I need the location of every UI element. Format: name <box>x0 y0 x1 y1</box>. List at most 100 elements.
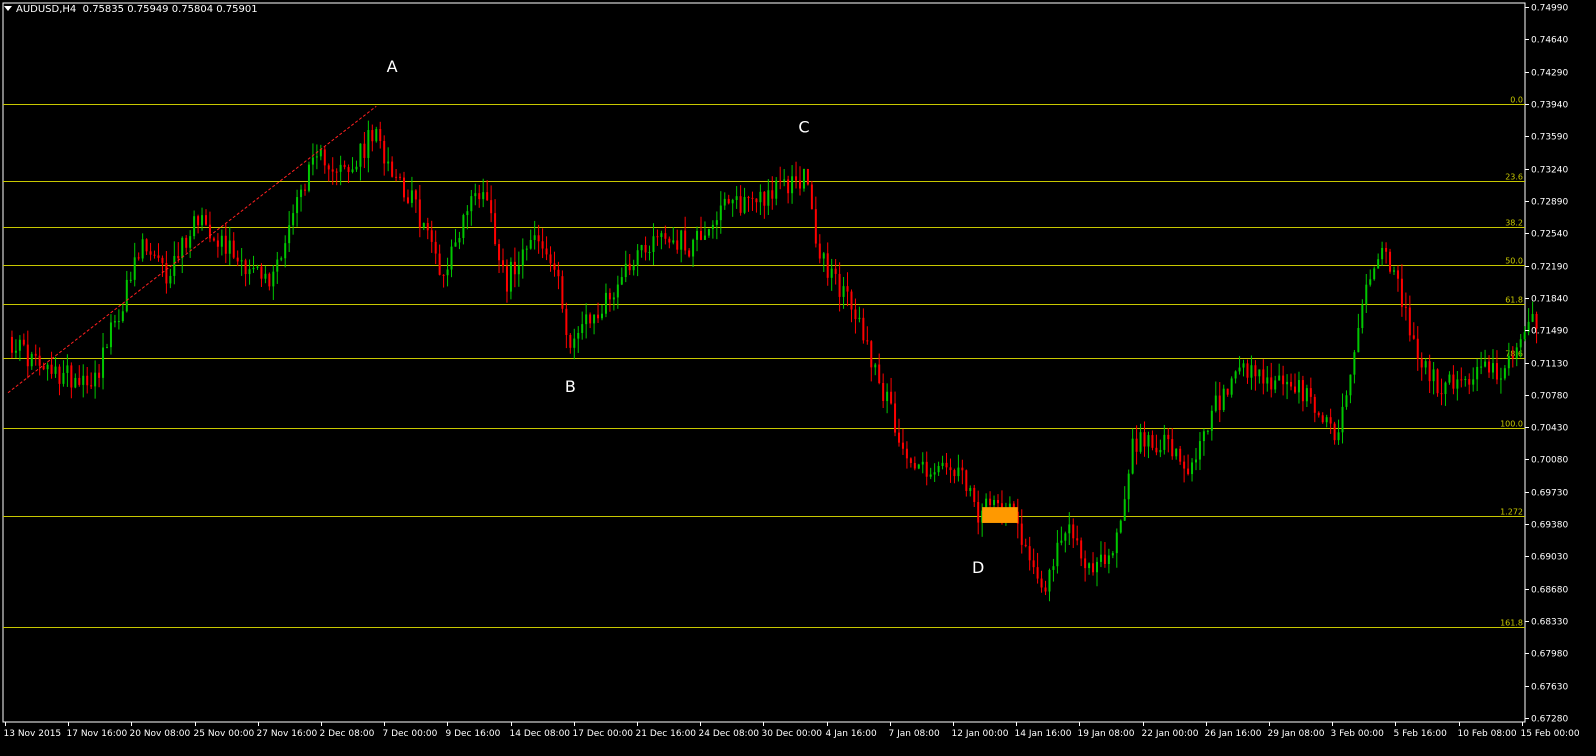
dropdown-triangle-icon[interactable] <box>4 6 12 11</box>
candle <box>145 238 148 256</box>
candle <box>1226 388 1229 397</box>
candle-body <box>1222 388 1225 411</box>
candle-body <box>212 238 215 241</box>
candle <box>185 235 188 253</box>
candle <box>74 373 77 389</box>
candle <box>1531 301 1534 323</box>
candle-body <box>898 432 900 443</box>
candle <box>1143 421 1146 457</box>
candle-body <box>1076 538 1079 541</box>
candle <box>450 239 453 278</box>
candle-body <box>525 248 528 250</box>
candle-body <box>442 274 445 276</box>
candle <box>1218 382 1221 423</box>
candle <box>1179 445 1182 465</box>
candle <box>1222 384 1225 413</box>
y-tick-label: 0.74990 <box>1531 4 1568 14</box>
candle <box>1096 557 1098 587</box>
candle <box>1333 421 1336 445</box>
candle <box>276 251 279 284</box>
candle-body <box>703 235 706 240</box>
candle <box>403 171 405 202</box>
candle-body <box>181 237 184 259</box>
candle <box>1044 580 1047 596</box>
candle <box>1202 428 1205 456</box>
candle <box>965 469 968 497</box>
candle-body <box>1424 361 1427 368</box>
candle <box>109 314 112 355</box>
x-tick-label: 14 Jan 16:00 <box>1015 729 1072 739</box>
candle-body <box>1234 371 1237 379</box>
candle-body <box>125 279 128 312</box>
candle-body <box>1286 381 1289 385</box>
candle <box>1092 552 1095 576</box>
fib-label: 50.0 <box>1505 257 1523 266</box>
candle-body <box>1028 546 1031 561</box>
candle <box>351 157 354 174</box>
candle-body <box>636 250 639 266</box>
candle-body <box>280 258 283 260</box>
candle <box>628 254 631 276</box>
candle-body <box>909 458 912 463</box>
candle-body <box>351 169 354 173</box>
x-tick-label: 14 Dec 08:00 <box>510 729 571 739</box>
candle-body <box>997 499 999 504</box>
candle <box>1527 308 1530 336</box>
candle-body <box>1088 563 1091 569</box>
candle <box>612 292 615 311</box>
candle <box>284 235 287 268</box>
candle <box>220 229 223 256</box>
candle <box>767 179 770 215</box>
symbol-label: AUDUSD,H4 <box>16 4 77 15</box>
candle-body <box>1183 461 1186 469</box>
candle-body <box>482 192 485 200</box>
candle-body <box>814 209 817 244</box>
candle-body <box>1460 379 1463 381</box>
candle <box>1393 266 1395 276</box>
candle-body <box>232 240 235 258</box>
candle <box>331 157 334 185</box>
candle <box>1448 371 1451 385</box>
candle-body <box>149 251 152 255</box>
candle <box>78 365 81 387</box>
candle-body <box>668 238 671 243</box>
trend-line <box>7 105 377 394</box>
candle <box>545 236 548 261</box>
candle-body <box>767 190 770 206</box>
candle-body <box>1218 395 1221 411</box>
candle-body <box>616 284 619 298</box>
candle-body <box>185 237 188 248</box>
candle-body <box>842 286 845 297</box>
candle <box>565 302 568 349</box>
candle <box>1396 265 1399 292</box>
candle <box>1503 365 1506 381</box>
candle <box>846 272 849 307</box>
symbol-header[interactable]: AUDUSD,H4 0.75835 0.75949 0.75804 0.7590… <box>4 4 258 15</box>
x-tick-label: 26 Jan 16:00 <box>1205 729 1262 739</box>
candle-body <box>490 200 493 214</box>
candle <box>391 156 394 178</box>
candle <box>193 210 196 240</box>
candle <box>1175 448 1178 460</box>
candle <box>1294 373 1296 394</box>
candle-body <box>628 263 631 271</box>
candle-body <box>553 263 556 270</box>
candle-body <box>106 347 108 349</box>
candle <box>54 356 57 378</box>
candle <box>10 330 13 359</box>
candle <box>153 250 156 259</box>
candle-body <box>1278 375 1281 381</box>
candle <box>1499 367 1502 394</box>
x-tick-label: 19 Jan 08:00 <box>1078 729 1135 739</box>
candle-body <box>830 268 833 278</box>
candle <box>141 233 144 262</box>
candle <box>355 160 358 172</box>
candle <box>70 362 73 399</box>
y-tick-label: 0.68330 <box>1531 618 1568 628</box>
candle <box>901 428 904 455</box>
candle-body <box>1202 431 1205 442</box>
candle <box>636 244 639 277</box>
candle <box>521 238 524 279</box>
candle-body <box>565 308 568 335</box>
candle <box>462 213 465 245</box>
